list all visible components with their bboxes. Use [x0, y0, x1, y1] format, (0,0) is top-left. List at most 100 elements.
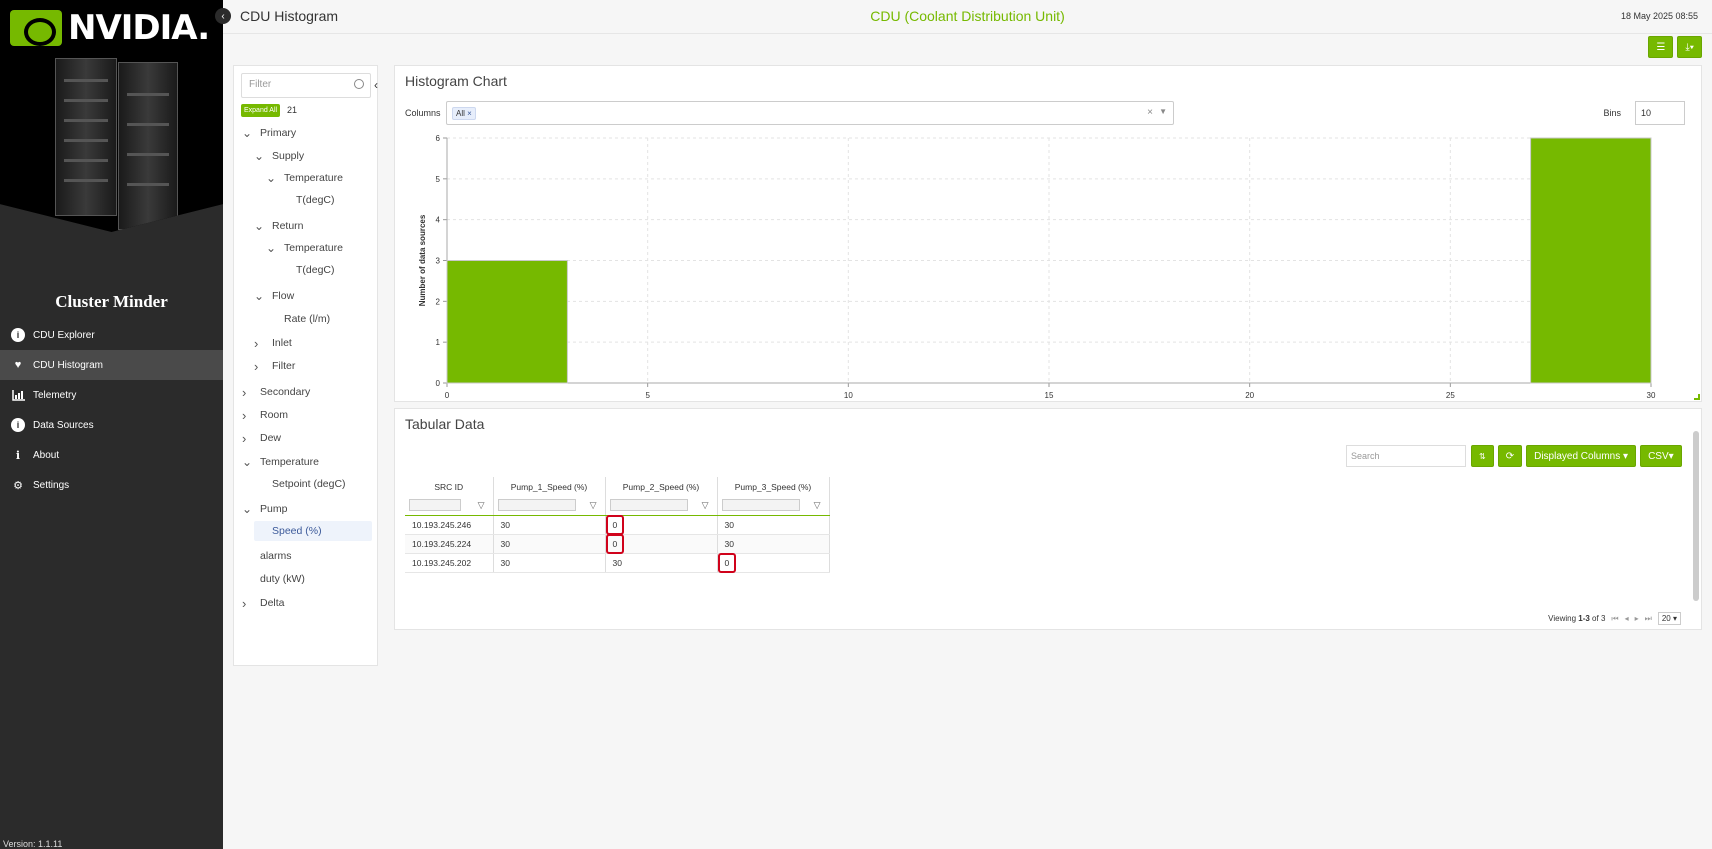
sidebar-item-settings[interactable]: ⚙ Settings	[0, 470, 223, 500]
page-size-select[interactable]: 20 ▾	[1657, 612, 1681, 625]
sidebar-item-cdu-histogram[interactable]: ♥ CDU Histogram	[0, 350, 223, 380]
filter-icon[interactable]: ▽	[814, 500, 821, 511]
chevron-right-icon[interactable]: ›	[242, 431, 254, 446]
y-tick-label: 6	[436, 134, 441, 143]
chevron-down-icon[interactable]: ⌄	[242, 456, 254, 468]
first-page-icon[interactable]: ⏮	[1611, 614, 1618, 624]
column-filter-input[interactable]	[409, 499, 461, 512]
tree-node[interactable]: T(degC)	[278, 190, 335, 210]
column-filter-input[interactable]	[497, 499, 576, 512]
tree-node[interactable]: › Delta	[242, 593, 285, 613]
tree-panel: Filter ‹ Expand All 21 ⌄ Primary ⌄ Supply ⌄ T…	[233, 65, 378, 666]
prev-page-icon[interactable]: ◂	[1625, 614, 1629, 623]
tree-node[interactable]: ⌄ Primary	[242, 123, 296, 143]
filter-row: ▽ ▽ ▽ ▽	[405, 496, 830, 516]
sidebar-item-about[interactable]: i About	[0, 440, 223, 470]
sidebar-item-cdu-explorer[interactable]: i CDU Explorer	[0, 320, 223, 350]
download-button[interactable]: ⤓▾	[1677, 36, 1702, 58]
column-filter-input[interactable]	[609, 499, 688, 512]
tree-node[interactable]: › Filter	[254, 356, 295, 376]
bins-input[interactable]: 10	[1635, 101, 1685, 125]
sort-button[interactable]: ⇅	[1471, 445, 1494, 467]
chevron-right-icon[interactable]: ›	[242, 596, 254, 611]
table-row[interactable]: 10.193.245.202 30 30 0	[405, 552, 830, 573]
tag-remove-icon[interactable]: ×	[467, 109, 472, 118]
csv-button[interactable]: CSV ▾	[1640, 445, 1682, 467]
last-page-icon[interactable]: ⏭	[1645, 614, 1652, 624]
sidebar-item-data-sources[interactable]: i Data Sources	[0, 410, 223, 440]
chevron-right-icon[interactable]: ›	[254, 359, 266, 374]
filter-icon[interactable]: ▽	[478, 500, 485, 511]
sidebar-item-telemetry[interactable]: Telemetry	[0, 380, 223, 410]
tree-node[interactable]: alarms	[242, 546, 292, 566]
tree-node[interactable]: › Inlet	[254, 333, 292, 353]
displayed-columns-button[interactable]: Displayed Columns ▾	[1526, 445, 1637, 467]
pager-total: 3	[1600, 614, 1606, 623]
chevron-right-icon[interactable]: ›	[242, 385, 254, 400]
filter-icon[interactable]: ▽	[590, 500, 597, 511]
tree-node[interactable]: › Secondary	[242, 382, 310, 402]
tree-node[interactable]: Setpoint (degC)	[254, 474, 346, 494]
tree-node[interactable]: ⌄ Pump	[242, 499, 287, 519]
scrollbar[interactable]	[1693, 431, 1699, 601]
chevron-down-icon[interactable]: ▼	[1159, 107, 1167, 116]
chevron-down-icon[interactable]: ⌄	[254, 220, 266, 232]
tree-node[interactable]: ⌄ Supply	[254, 146, 304, 166]
chevron-down-icon[interactable]: ⌄	[242, 503, 254, 515]
tree-filter-input[interactable]: Filter	[241, 73, 371, 98]
topbar: CDU Histogram CDU (Coolant Distribution …	[223, 0, 1712, 34]
columns-tag[interactable]: All ×	[452, 107, 476, 120]
menu-button[interactable]: ☰	[1648, 36, 1674, 58]
chevron-down-icon[interactable]: ⌄	[254, 150, 266, 162]
tree-node-label: Delta	[260, 597, 285, 609]
chevron-right-icon[interactable]: ›	[242, 408, 254, 423]
sidebar-collapse-button[interactable]: ‹	[215, 8, 231, 24]
page-size-value: 20	[1661, 614, 1671, 623]
column-header[interactable]: Pump_3_Speed (%)	[717, 477, 830, 496]
table-row[interactable]: 10.193.245.246 30 0 30	[405, 514, 830, 535]
refresh-button[interactable]: ⟳	[1497, 445, 1523, 467]
table-row[interactable]: 10.193.245.224 30 0 30	[405, 533, 830, 554]
tree-node[interactable]: › Dew	[242, 428, 281, 448]
table-cell: 10.193.245.246	[405, 515, 494, 535]
clear-icon[interactable]: ×	[1147, 107, 1153, 118]
chevron-right-icon[interactable]: ›	[254, 336, 266, 351]
tree-node[interactable]: Rate (l/m)	[266, 309, 330, 329]
chevron-down-icon[interactable]: ⌄	[266, 242, 278, 254]
sidebar-nav: i CDU Explorer ♥ CDU Histogram Telemetry…	[0, 320, 223, 500]
tree-node[interactable]: duty (kW)	[242, 569, 305, 589]
chevron-down-icon[interactable]: ⌄	[254, 290, 266, 302]
panel-collapse-icon[interactable]: ‹	[374, 78, 378, 92]
columns-select[interactable]: All × × ▼	[446, 101, 1174, 125]
data-table: SRC ID Pump_1_Speed (%) Pump_2_Speed (%)…	[405, 477, 830, 573]
chevron-down-icon[interactable]: ⌄	[266, 172, 278, 184]
tree-node[interactable]: Speed (%)	[254, 521, 372, 541]
x-tick-label: 10	[844, 391, 853, 400]
table-search-input[interactable]: Search	[1346, 445, 1466, 467]
tree-node[interactable]: ⌄ Return	[254, 216, 304, 236]
expand-all-button[interactable]: Expand All	[241, 104, 281, 117]
tree-count: 21	[287, 105, 298, 115]
nvidia-logo: NVIDIA.	[10, 8, 210, 48]
table-title: Tabular Data	[405, 416, 485, 432]
y-tick-label: 5	[436, 175, 441, 184]
column-header[interactable]: Pump_2_Speed (%)	[605, 477, 718, 496]
resize-handle[interactable]	[1694, 394, 1700, 400]
x-tick-label: 15	[1045, 391, 1054, 400]
tree-node[interactable]: ⌄ Temperature	[242, 452, 319, 472]
chevron-down-icon[interactable]: ⌄	[242, 127, 254, 139]
column-header[interactable]: Pump_1_Speed (%)	[493, 477, 606, 496]
next-page-icon[interactable]: ▸	[1635, 614, 1639, 623]
nvidia-eye-icon	[10, 10, 62, 46]
filter-icon[interactable]: ▽	[702, 500, 709, 511]
y-tick-label: 1	[436, 338, 441, 347]
tree-node[interactable]: ⌄ Temperature	[266, 168, 343, 188]
tree-node[interactable]: T(degC)	[278, 260, 335, 280]
tree-node[interactable]: ⌄ Temperature	[266, 238, 343, 258]
tree-node[interactable]: ⌄ Flow	[254, 286, 294, 306]
tree-node[interactable]: › Room	[242, 405, 288, 425]
column-filter-input[interactable]	[721, 499, 800, 512]
pager-text: Viewing 1-3 of 3	[1548, 614, 1605, 623]
column-header[interactable]: SRC ID	[405, 477, 494, 496]
pager: Viewing 1-3 of 3 ⏮ ◂ ▸ ⏭ 20 ▾	[1548, 612, 1681, 625]
